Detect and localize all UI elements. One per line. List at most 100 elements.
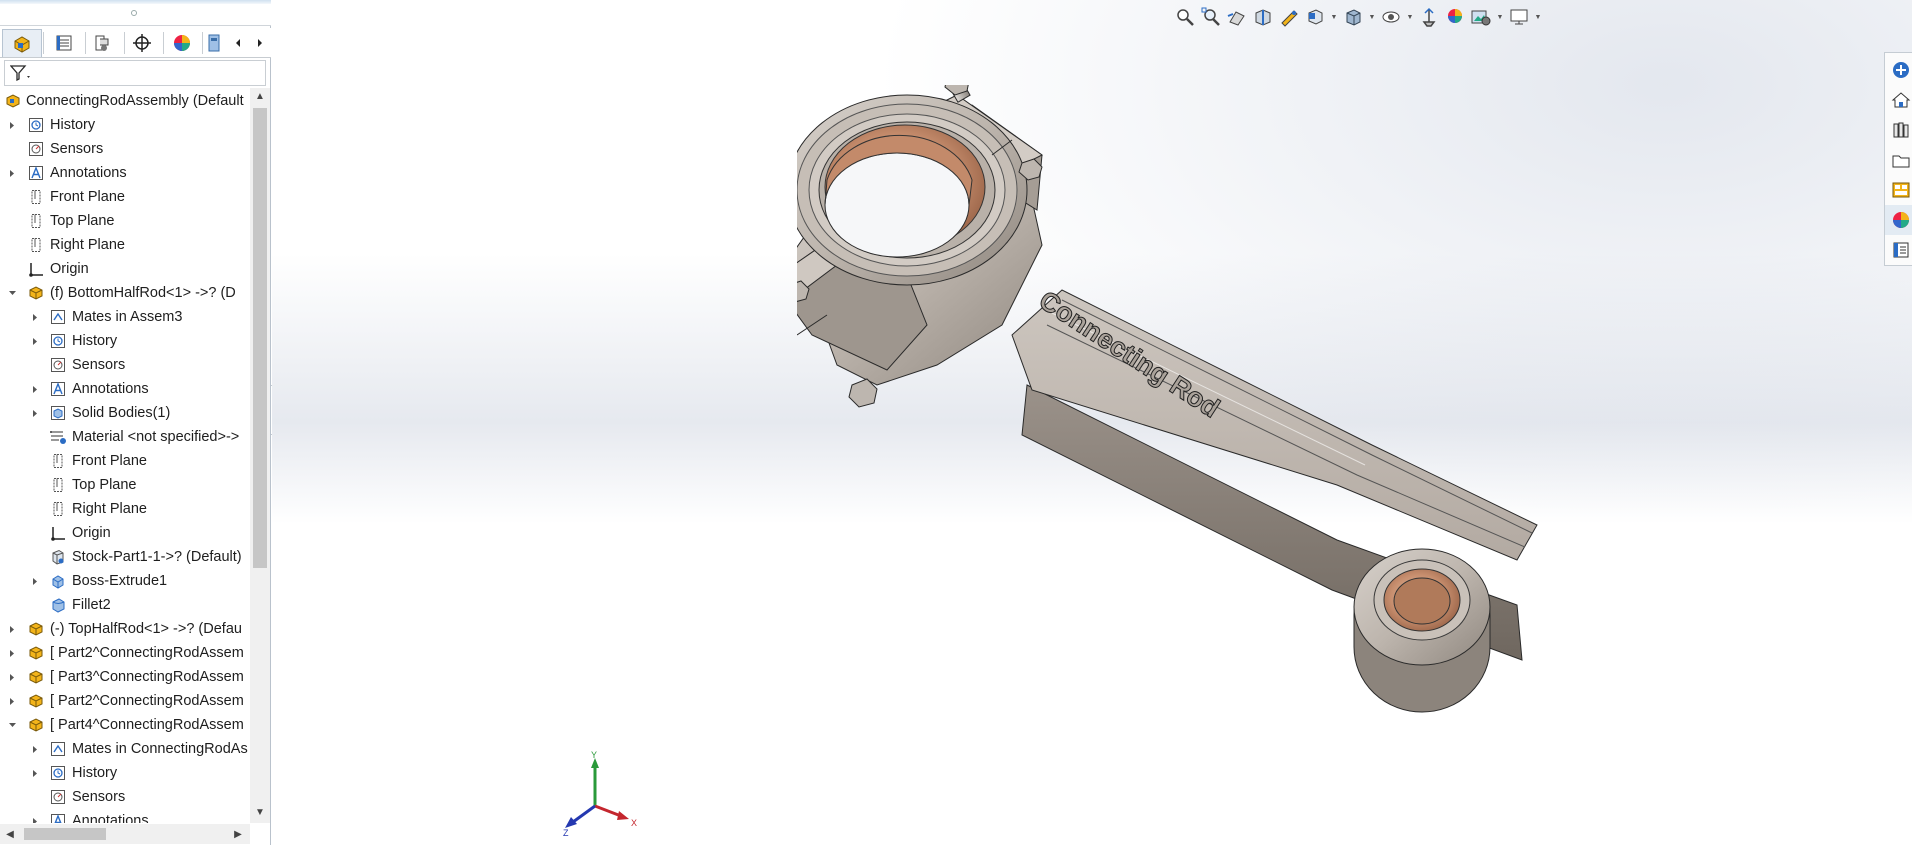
tree-item[interactable]: [ Part2^ConnectingRodAssem	[0, 641, 250, 665]
tree-item[interactable]: Material <not specified>->	[0, 425, 250, 449]
tree-vertical-scrollbar[interactable]: ▲ ▼	[250, 88, 270, 823]
tree-item-label: [ Part2^ConnectingRodAssem	[50, 645, 244, 661]
zoom-to-area-button[interactable]	[1200, 6, 1222, 28]
tree-item[interactable]: (-) TopHalfRod<1> ->? (Defau	[0, 617, 250, 641]
tree-item-label: Right Plane	[50, 237, 125, 253]
tree-item[interactable]: [ Part3^ConnectingRodAssem	[0, 665, 250, 689]
tree-item[interactable]: Front Plane	[0, 185, 250, 209]
task-tab-appearances[interactable]	[1885, 205, 1912, 235]
hide-show-dropdown[interactable]: ▼	[1406, 6, 1414, 28]
dynamic-annotation-button[interactable]	[1278, 6, 1300, 28]
scene-dropdown[interactable]: ▼	[1496, 6, 1504, 28]
expand-arrow-icon[interactable]	[30, 336, 40, 346]
expand-arrow-icon[interactable]	[7, 168, 17, 178]
triad-x-label: X	[631, 818, 637, 828]
tree-item[interactable]: History	[0, 761, 250, 785]
tree-item[interactable]: Origin	[0, 257, 250, 281]
tree-item[interactable]: Sensors	[0, 137, 250, 161]
display-style-button[interactable]	[1342, 6, 1364, 28]
view-orientation-dropdown[interactable]: ▼	[1330, 6, 1338, 28]
apply-scene-button[interactable]	[1444, 6, 1466, 28]
expand-arrow-icon[interactable]	[7, 648, 17, 658]
tab-dimxpert[interactable]	[122, 29, 162, 57]
task-tab-file-explorer[interactable]	[1885, 145, 1912, 175]
tab-feature-manager[interactable]	[2, 29, 42, 57]
tree-item[interactable]: Annotations	[0, 809, 250, 823]
task-tab-custom-properties[interactable]	[1885, 235, 1912, 265]
task-tab-resources[interactable]	[1885, 55, 1912, 85]
zoom-to-fit-button[interactable]	[1174, 6, 1196, 28]
tab-cam[interactable]	[200, 29, 230, 57]
scroll-left-icon[interactable]: ◀	[4, 828, 16, 840]
tree-item[interactable]: History	[0, 329, 250, 353]
tree-item[interactable]: Solid Bodies(1)	[0, 401, 250, 425]
connecting-rod-model[interactable]: Connecting Rod	[797, 85, 1697, 735]
task-tab-home[interactable]	[1885, 85, 1912, 115]
task-tab-view-palette[interactable]	[1885, 175, 1912, 205]
tree-item[interactable]: Mates in Assem3	[0, 305, 250, 329]
expand-arrow-icon[interactable]	[30, 384, 40, 394]
tree-horizontal-scrollbar[interactable]: ◀ ▶	[0, 824, 250, 844]
scroll-thumb[interactable]	[24, 828, 106, 840]
tree-item[interactable]: Annotations	[0, 161, 250, 185]
tree-item[interactable]: Fillet2	[0, 593, 250, 617]
expand-arrow-icon[interactable]	[7, 696, 17, 706]
scroll-right-icon[interactable]: ▶	[232, 828, 244, 840]
tree-item[interactable]: Boss-Extrude1	[0, 569, 250, 593]
collapse-arrow-icon[interactable]	[7, 288, 17, 298]
configuration-manager-icon	[95, 35, 109, 51]
tree-item-label: Top Plane	[72, 477, 137, 493]
tree-item[interactable]: Sensors	[0, 353, 250, 377]
tree-item-label: Mates in ConnectingRodAs	[72, 741, 248, 757]
hide-show-items-button[interactable]	[1380, 6, 1402, 28]
tree-item[interactable]: Front Plane	[0, 449, 250, 473]
view-orientation-button[interactable]	[1304, 6, 1326, 28]
tree-item[interactable]: Mates in ConnectingRodAs	[0, 737, 250, 761]
expand-arrow-icon[interactable]	[30, 768, 40, 778]
expand-arrow-icon[interactable]	[7, 120, 17, 130]
tree-item[interactable]: Right Plane	[0, 233, 250, 257]
expand-arrow-icon[interactable]	[30, 816, 40, 823]
tree-item[interactable]: ConnectingRodAssembly (Default	[0, 89, 250, 113]
view-settings-button[interactable]	[1470, 6, 1492, 28]
expand-arrow-icon[interactable]	[30, 408, 40, 418]
tree-item[interactable]: [ Part2^ConnectingRodAssem	[0, 689, 250, 713]
expand-arrow-icon[interactable]	[7, 672, 17, 682]
plane-icon	[27, 212, 45, 230]
tree-item[interactable]: Right Plane	[0, 497, 250, 521]
collapse-handle-icon[interactable]	[131, 10, 137, 16]
tree-item[interactable]: [ Part4^ConnectingRodAssem	[0, 713, 250, 737]
tree-item[interactable]: Origin	[0, 521, 250, 545]
tree-item[interactable]: Stock-Part1-1->? (Default)	[0, 545, 250, 569]
tab-property-manager[interactable]	[44, 29, 84, 57]
scroll-up-icon[interactable]: ▲	[254, 90, 266, 102]
tree-item[interactable]: Annotations	[0, 377, 250, 401]
collapse-arrow-icon[interactable]	[7, 720, 17, 730]
monitor-dropdown[interactable]: ▼	[1534, 6, 1542, 28]
section-view-button[interactable]	[1252, 6, 1274, 28]
tab-scroll-right-button[interactable]	[251, 34, 269, 52]
tree-item[interactable]: Top Plane	[0, 473, 250, 497]
expand-arrow-icon[interactable]	[30, 744, 40, 754]
tree-filter-input[interactable]	[4, 60, 266, 86]
edit-appearance-button[interactable]	[1418, 6, 1440, 28]
tree-item[interactable]: Top Plane	[0, 209, 250, 233]
plane-icon	[27, 236, 45, 254]
tab-display-manager[interactable]	[162, 29, 202, 57]
previous-view-icon	[1227, 11, 1245, 26]
tree-item[interactable]: (f) BottomHalfRod<1> ->? (D	[0, 281, 250, 305]
expand-arrow-icon[interactable]	[30, 312, 40, 322]
tree-item[interactable]: Sensors	[0, 785, 250, 809]
tab-configuration-manager[interactable]	[82, 29, 122, 57]
tab-scroll-left-button[interactable]	[229, 34, 247, 52]
scroll-down-icon[interactable]: ▼	[254, 806, 266, 818]
expand-arrow-icon[interactable]	[30, 576, 40, 586]
task-tab-design-library[interactable]	[1885, 115, 1912, 145]
previous-view-button[interactable]	[1226, 6, 1248, 28]
monitor-settings-button[interactable]	[1508, 6, 1530, 28]
scroll-thumb[interactable]	[253, 108, 267, 568]
display-style-dropdown[interactable]: ▼	[1368, 6, 1376, 28]
graphics-area[interactable]: ▼ ▼ ▼ ▼ ▼ Connecting Rod Y X Z	[272, 0, 1912, 845]
expand-arrow-icon[interactable]	[7, 624, 17, 634]
tree-item[interactable]: History	[0, 113, 250, 137]
